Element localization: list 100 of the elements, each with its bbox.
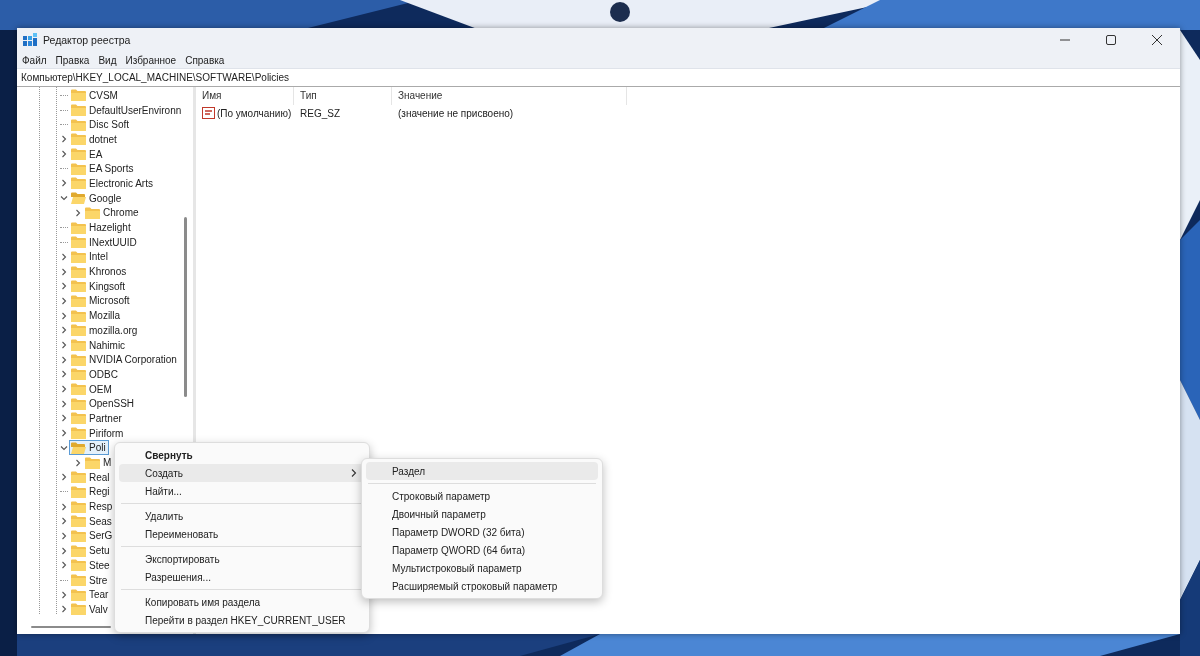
expand-chevron-icon[interactable]	[60, 252, 68, 261]
menu-item[interactable]: Экспортировать	[119, 550, 365, 568]
tree-item[interactable]: Khronos	[69, 264, 130, 280]
menu-item[interactable]: Удалить	[119, 507, 365, 525]
tree-item[interactable]: Stee	[69, 557, 113, 573]
folder-icon	[71, 427, 86, 440]
expand-chevron-icon[interactable]	[60, 135, 68, 144]
tree-item[interactable]: Poli	[69, 440, 109, 456]
expand-chevron-icon[interactable]	[60, 282, 68, 291]
menu-item[interactable]: Разрешения...	[119, 568, 365, 586]
expand-chevron-icon[interactable]	[60, 326, 68, 335]
tree-item[interactable]: Stre	[69, 572, 111, 588]
tree-item[interactable]: OpenSSH	[69, 396, 138, 412]
tree-item[interactable]: Kingsoft	[69, 278, 129, 294]
expand-chevron-icon[interactable]	[60, 517, 68, 526]
folder-icon	[71, 250, 86, 263]
menu-item[interactable]: Правка	[54, 54, 95, 66]
menu-item[interactable]: Переименовать	[119, 525, 365, 543]
expand-chevron-icon[interactable]	[74, 458, 82, 467]
expand-chevron-icon[interactable]	[60, 605, 68, 614]
menu-item[interactable]: Раздел	[366, 462, 598, 480]
menu-item[interactable]: Файл	[21, 54, 52, 66]
expand-chevron-icon[interactable]	[74, 208, 82, 217]
menu-item[interactable]: Двоичный параметр	[366, 505, 598, 523]
menu-item[interactable]: Параметр QWORD (64 бита)	[366, 541, 598, 559]
folder-icon	[71, 339, 86, 352]
expand-chevron-icon[interactable]	[60, 341, 68, 350]
tree-item[interactable]: INextUUID	[69, 234, 140, 250]
expand-chevron-icon[interactable]	[60, 546, 68, 555]
collapse-chevron-icon[interactable]	[60, 443, 68, 452]
tree-item[interactable]: ODBC	[69, 366, 121, 382]
menu-item[interactable]: Расширяемый строковый параметр	[366, 577, 598, 595]
column-header[interactable]: Тип	[294, 87, 392, 105]
expand-chevron-icon[interactable]	[60, 385, 68, 394]
tree-item[interactable]: Seas	[69, 513, 115, 529]
menu-item[interactable]: Найти...	[119, 482, 365, 500]
menu-item[interactable]: Справка	[184, 54, 230, 66]
tree-item[interactable]: Intel	[69, 249, 111, 265]
tree-item[interactable]: DefaultUserEnvironn	[69, 102, 185, 118]
tree-item[interactable]: M	[83, 455, 115, 471]
tree-item[interactable]: Chrome	[83, 205, 142, 221]
tree-item[interactable]: Tear	[69, 587, 112, 603]
tree-item[interactable]: CVSM	[69, 87, 121, 103]
expand-chevron-icon[interactable]	[60, 296, 68, 305]
folder-icon	[71, 397, 86, 410]
menu-item[interactable]: Копировать имя раздела	[119, 593, 365, 611]
menu-item[interactable]: Избранное	[124, 54, 182, 66]
tree-item[interactable]: Piriform	[69, 425, 127, 441]
tree-item[interactable]: EA	[69, 146, 106, 162]
menu-item[interactable]: Вид	[97, 54, 122, 66]
tree-item[interactable]: Setu	[69, 543, 113, 559]
address-field[interactable]: Компьютер\HKEY_LOCAL_MACHINE\SOFTWARE\Policies	[17, 68, 1180, 87]
menu-item[interactable]: Перейти в раздел HKEY_CURRENT_USER	[119, 611, 365, 629]
expand-chevron-icon[interactable]	[60, 473, 68, 482]
expand-chevron-icon[interactable]	[60, 399, 68, 408]
tree-item[interactable]: Mozilla	[69, 308, 124, 324]
expand-chevron-icon[interactable]	[60, 561, 68, 570]
tree-item[interactable]: EA Sports	[69, 161, 137, 177]
expand-chevron-icon[interactable]	[60, 414, 68, 423]
menu-item[interactable]: Свернуть	[119, 446, 365, 464]
tree-item[interactable]: mozilla.org	[69, 322, 141, 338]
tree-item[interactable]: NVIDIA Corporation	[69, 352, 180, 368]
scrollbar[interactable]	[31, 626, 111, 628]
tree-item[interactable]: Real	[69, 469, 113, 485]
expand-chevron-icon[interactable]	[60, 355, 68, 364]
collapse-chevron-icon[interactable]	[60, 194, 68, 203]
expand-chevron-icon[interactable]	[60, 311, 68, 320]
tree-item[interactable]: Microsoft	[69, 293, 133, 309]
expand-chevron-icon[interactable]	[60, 531, 68, 540]
tree-item[interactable]: Partner	[69, 410, 125, 426]
expand-chevron-icon[interactable]	[60, 370, 68, 379]
tree-item[interactable]: OEM	[69, 381, 115, 397]
maximize-icon[interactable]	[1106, 35, 1116, 45]
menu-item[interactable]: Строковый параметр	[366, 487, 598, 505]
tree-item[interactable]: Disc Soft	[69, 117, 132, 133]
scrollbar[interactable]	[184, 217, 187, 397]
table-cell-text: REG_SZ	[299, 107, 341, 119]
folder-icon	[71, 559, 86, 572]
close-icon[interactable]	[1152, 35, 1162, 45]
tree-item[interactable]: Valv	[69, 601, 111, 617]
tree-item[interactable]: dotnet	[69, 131, 120, 147]
expand-chevron-icon[interactable]	[60, 150, 68, 159]
menu-item[interactable]: Параметр DWORD (32 бита)	[366, 523, 598, 541]
column-header[interactable]: Имя	[196, 87, 294, 105]
expand-chevron-icon[interactable]	[60, 429, 68, 438]
tree-item[interactable]: Electronic Arts	[69, 175, 156, 191]
tree-item[interactable]: SerG	[69, 528, 116, 544]
expand-chevron-icon[interactable]	[60, 179, 68, 188]
folder-icon	[71, 471, 86, 484]
folder-icon	[71, 133, 86, 146]
column-header[interactable]: Значение	[392, 87, 627, 105]
tree-item[interactable]: Hazelight	[69, 220, 134, 236]
expand-chevron-icon[interactable]	[60, 267, 68, 276]
tree-item[interactable]: Nahimic	[69, 337, 129, 353]
tree-item[interactable]: Regi	[69, 484, 113, 500]
expand-chevron-icon[interactable]	[60, 502, 68, 511]
expand-chevron-icon[interactable]	[60, 590, 68, 599]
menu-item[interactable]: Мультистроковый параметр	[366, 559, 598, 577]
tree-item[interactable]: Resp	[69, 499, 116, 515]
tree-item[interactable]: Google	[69, 190, 125, 206]
